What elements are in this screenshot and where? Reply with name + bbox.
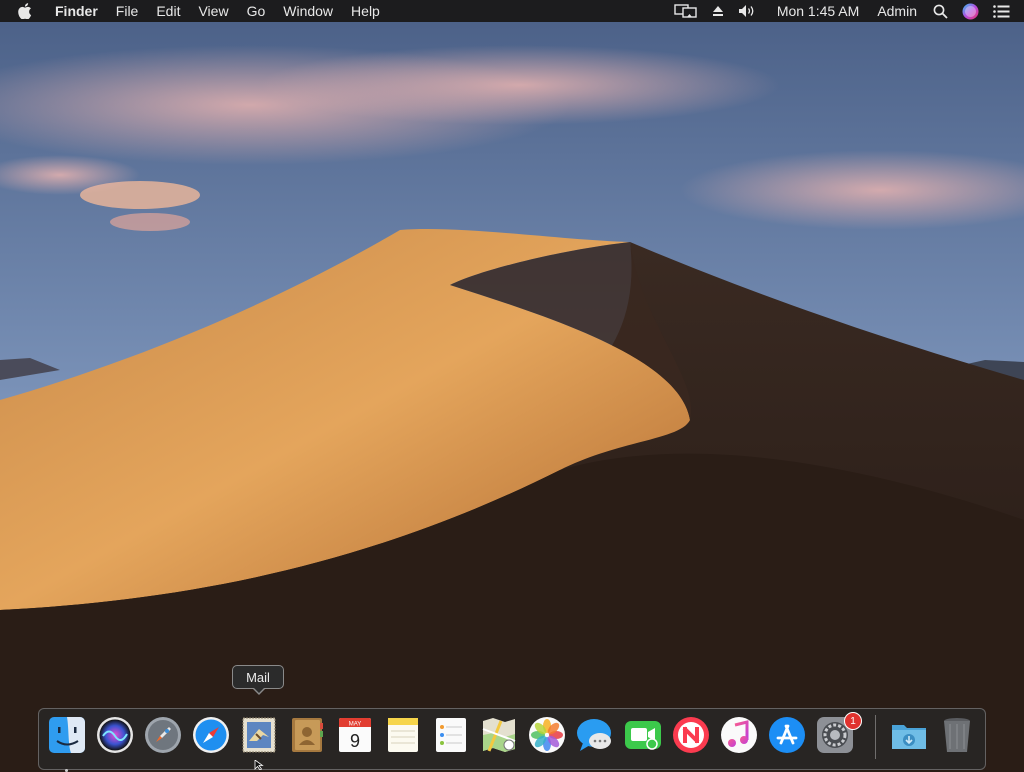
- calendar-month: MAY: [349, 722, 362, 728]
- dock-siri[interactable]: [95, 715, 135, 755]
- calendar-day: 9: [350, 731, 360, 751]
- mail-icon: [242, 717, 276, 753]
- menu-view[interactable]: View: [189, 0, 237, 22]
- dock-launchpad[interactable]: [143, 715, 183, 755]
- photos-icon: [529, 717, 565, 753]
- dock-calendar[interactable]: MAY 9: [335, 715, 375, 755]
- siri-icon: [97, 717, 133, 753]
- reminders-icon: [436, 718, 466, 752]
- dock-news[interactable]: [671, 715, 711, 755]
- dock-tooltip: Mail: [232, 665, 284, 695]
- dock-itunes[interactable]: [719, 715, 759, 755]
- notes-icon: [388, 718, 418, 752]
- news-icon: [673, 717, 709, 753]
- downloads-folder-icon: [892, 725, 926, 749]
- dock-system-preferences[interactable]: 1: [815, 712, 862, 755]
- dock: MAY 9 1: [38, 708, 986, 772]
- dock-mail[interactable]: [239, 715, 279, 755]
- dock-separator: [875, 715, 876, 759]
- menu-go[interactable]: Go: [238, 0, 275, 22]
- finder-icon: [49, 717, 85, 753]
- menu-edit[interactable]: Edit: [147, 0, 189, 22]
- notification-badge: 1: [844, 712, 862, 730]
- dock-facetime[interactable]: [623, 715, 663, 755]
- apple-menu-icon[interactable]: [0, 0, 46, 22]
- volume-icon[interactable]: [731, 0, 763, 22]
- dock-photos[interactable]: [527, 715, 567, 755]
- contacts-icon: [292, 718, 323, 752]
- calendar-icon: MAY 9: [339, 718, 371, 752]
- dock-finder[interactable]: [47, 715, 87, 772]
- menu-window[interactable]: Window: [274, 0, 342, 22]
- notification-center-icon[interactable]: [986, 0, 1024, 22]
- dock-maps[interactable]: [479, 715, 519, 755]
- maps-icon: [482, 718, 516, 752]
- siri-menu-icon[interactable]: [955, 0, 986, 22]
- trash-icon: [944, 718, 970, 752]
- dock-app-store[interactable]: [767, 715, 807, 755]
- airplay-display-icon[interactable]: [667, 0, 705, 22]
- mouse-cursor-icon: [254, 760, 264, 770]
- dock-notes[interactable]: [383, 715, 423, 755]
- messages-icon: [577, 719, 611, 751]
- spotlight-search-icon[interactable]: [926, 0, 955, 22]
- menu-clock[interactable]: Mon 1:45 AM: [763, 0, 869, 22]
- dock-trash[interactable]: [937, 715, 977, 755]
- dock-contacts[interactable]: [287, 715, 327, 755]
- menu-help[interactable]: Help: [342, 0, 389, 22]
- dock-messages[interactable]: [575, 715, 615, 755]
- dock-reminders[interactable]: [431, 715, 471, 755]
- desktop-wallpaper: [0, 0, 1024, 768]
- launchpad-icon: [145, 717, 181, 753]
- safari-icon: [193, 717, 229, 753]
- menu-user[interactable]: Admin: [868, 0, 926, 22]
- eject-icon[interactable]: [705, 0, 731, 22]
- itunes-icon: [721, 717, 757, 753]
- dock-safari[interactable]: [191, 715, 231, 755]
- menu-app-name[interactable]: Finder: [46, 0, 107, 22]
- app-store-icon: [769, 717, 805, 753]
- facetime-icon: [625, 721, 661, 750]
- dock-downloads[interactable]: [889, 715, 929, 755]
- menu-bar: Finder File Edit View Go Window Help Mon…: [0, 0, 1024, 22]
- menu-file[interactable]: File: [107, 0, 148, 22]
